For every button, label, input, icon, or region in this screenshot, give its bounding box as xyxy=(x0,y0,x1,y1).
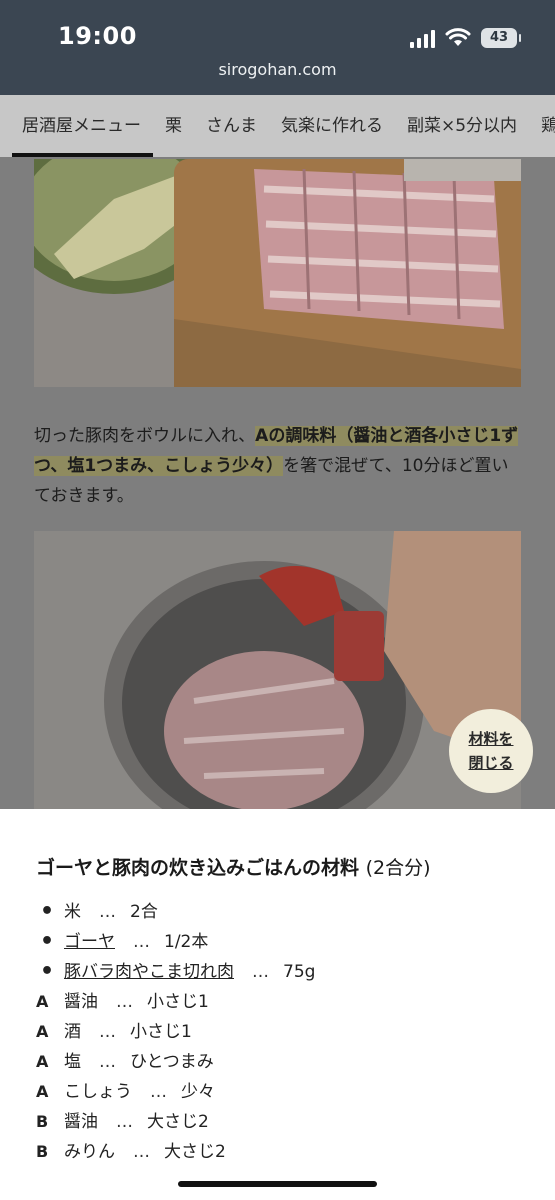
ingredient-amount: 小さじ1 xyxy=(130,1022,192,1042)
ingredient-link-goya[interactable]: ゴーヤ xyxy=(64,927,115,957)
ingredient-mark: • xyxy=(40,929,55,954)
ingredient-separator: … xyxy=(99,1052,116,1072)
ingredient-group-mark: B xyxy=(36,1112,49,1131)
browser-top-bar: 19:00 43 sirogohan.com xyxy=(0,0,555,95)
cellular-signal-icon xyxy=(410,30,435,48)
ingredient-group-mark: A xyxy=(36,1022,49,1041)
ingredient-name: 塩 xyxy=(64,1052,81,1072)
ingredient-amount: 2合 xyxy=(130,902,158,922)
list-item: A 醤油 … 小さじ1 xyxy=(36,987,536,1017)
ingredient-separator: … xyxy=(252,962,269,982)
ingredient-group-mark: A xyxy=(36,1052,49,1071)
ingredient-name: みりん xyxy=(64,1142,115,1162)
ingredient-name: こしょう xyxy=(64,1082,132,1102)
ingredient-amount: 大さじ2 xyxy=(147,1112,209,1132)
list-item: B 醤油 … 大さじ2 xyxy=(36,1107,536,1137)
list-item: • 米 … 2合 xyxy=(36,897,536,927)
list-item: B みりん … 大さじ2 xyxy=(36,1137,536,1167)
home-indicator[interactable] xyxy=(178,1181,377,1187)
cut-pork-photo xyxy=(34,159,521,387)
ingredient-mark: • xyxy=(40,899,55,924)
ingredient-amount: 小さじ1 xyxy=(147,992,209,1012)
seasoning-pork-photo xyxy=(34,531,521,809)
ingredient-separator: … xyxy=(99,902,116,922)
category-tab-chestnut[interactable]: 栗 xyxy=(153,95,194,157)
close-button-line-1: 材料を xyxy=(468,730,514,748)
address-bar[interactable]: sirogohan.com xyxy=(0,60,555,79)
ingredient-separator: … xyxy=(133,932,150,952)
category-tab-side-dish[interactable]: 副菜×5分以内 xyxy=(395,95,529,157)
ingredient-mark: • xyxy=(40,959,55,984)
ingredient-amount: 少々 xyxy=(181,1082,215,1102)
ingredients-title: ゴーヤと豚肉の炊き込みごはんの材料 (2合分) xyxy=(36,853,431,880)
ingredient-separator: … xyxy=(99,1022,116,1042)
ingredient-group-mark: B xyxy=(36,1142,49,1161)
ingredient-amount: 大さじ2 xyxy=(164,1142,226,1162)
ingredient-name: 醤油 xyxy=(64,992,98,1012)
ingredient-group-mark: A xyxy=(36,1082,49,1101)
status-time: 19:00 xyxy=(58,22,137,50)
category-tab-easy[interactable]: 気楽に作れる xyxy=(269,95,395,157)
category-nav: 居酒屋メニュー 栗 さんま 気楽に作れる 副菜×5分以内 鶏肉 xyxy=(0,95,555,157)
status-icons: 43 xyxy=(410,26,521,48)
ingredient-name: 酒 xyxy=(64,1022,81,1042)
list-item: • 豚バラ肉やこま切れ肉 … 75g xyxy=(36,957,536,987)
ingredients-panel: ゴーヤと豚肉の炊き込みごはんの材料 (2合分) • 米 … 2合 • ゴーヤ …… xyxy=(0,809,555,1200)
list-item: A 酒 … 小さじ1 xyxy=(36,1017,536,1047)
step-text-1: 切った豚肉をボウルに入れ、 xyxy=(34,426,256,446)
ingredient-separator: … xyxy=(116,992,133,1012)
ingredient-separator: … xyxy=(150,1082,167,1102)
ingredient-link-pork[interactable]: 豚バラ肉やこま切れ肉 xyxy=(64,957,234,987)
close-button-line-2: 閉じる xyxy=(468,754,514,772)
category-tab-chicken[interactable]: 鶏肉 xyxy=(529,95,555,157)
close-ingredients-button[interactable]: 材料を 閉じる xyxy=(449,709,533,793)
step-description: 切った豚肉をボウルに入れ、Aの調味料（醤油と酒各小さじ1ずつ、塩1つまみ、こしょ… xyxy=(34,421,524,511)
ingredient-amount: ひとつまみ xyxy=(130,1052,214,1072)
ingredient-amount: 75g xyxy=(283,962,316,982)
servings: (2合分) xyxy=(365,857,431,879)
ingredient-name: 醤油 xyxy=(64,1112,98,1132)
list-item: • ゴーヤ … 1/2本 xyxy=(36,927,536,957)
battery-icon: 43 xyxy=(481,28,521,48)
list-item: A こしょう … 少々 xyxy=(36,1077,536,1107)
ingredient-list: • 米 … 2合 • ゴーヤ … 1/2本 • 豚バラ肉やこま切れ肉 … 75g… xyxy=(36,897,536,1167)
article-content: 切った豚肉をボウルに入れ、Aの調味料（醤油と酒各小さじ1ずつ、塩1つまみ、こしょ… xyxy=(0,157,555,809)
category-tab-izakaya[interactable]: 居酒屋メニュー xyxy=(0,95,153,157)
ingredient-group-mark: A xyxy=(36,992,49,1011)
ingredient-separator: … xyxy=(133,1142,150,1162)
ingredient-name: 米 xyxy=(64,902,81,922)
wifi-icon xyxy=(445,28,471,46)
ingredient-separator: … xyxy=(116,1112,133,1132)
recipe-title: ゴーヤと豚肉の炊き込みごはんの材料 xyxy=(36,857,360,879)
category-tab-sanma[interactable]: さんま xyxy=(194,95,269,157)
ingredient-amount: 1/2本 xyxy=(164,932,209,952)
list-item: A 塩 … ひとつまみ xyxy=(36,1047,536,1077)
